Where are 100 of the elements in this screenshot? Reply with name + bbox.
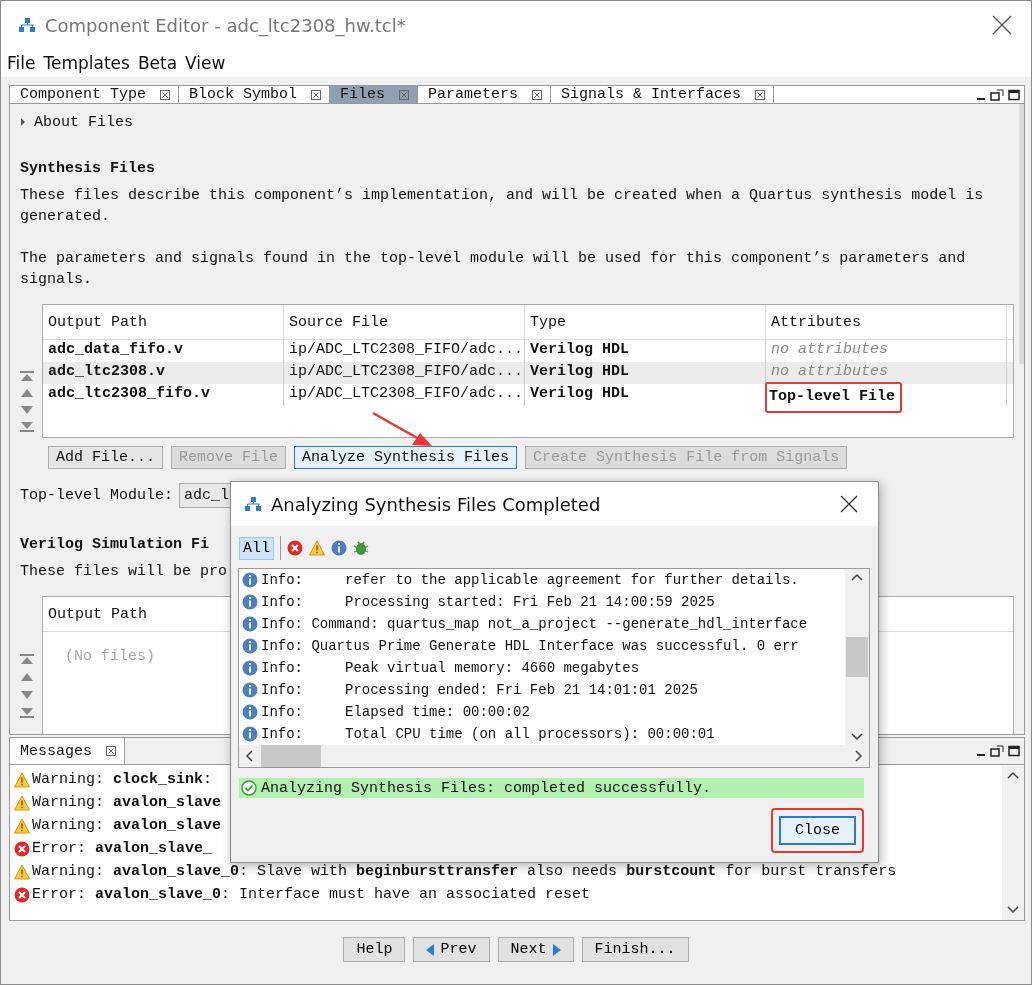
close-icon[interactable] — [991, 14, 1013, 36]
log-line: Info: Quartus Prime Generate HDL Interface was successful. 0 err — [261, 638, 799, 654]
nav-button[interactable]: Next — [497, 937, 574, 962]
table-cell: adc_ltc2308.v — [43, 362, 284, 384]
tab[interactable]: Files — [330, 86, 419, 103]
info-icon — [242, 682, 258, 698]
chevron-up-icon — [1007, 771, 1019, 779]
menu-item[interactable]: File — [7, 53, 36, 73]
error-icon — [14, 840, 30, 857]
chevron-left-icon — [245, 750, 253, 762]
empty-text: (No files) — [64, 647, 156, 667]
app-icon — [245, 497, 261, 511]
move-bottom-icon[interactable] — [20, 422, 34, 432]
description-text: The parameters and signals found in the top-level module will be used for this component’s parameters and signals. — [20, 249, 967, 290]
restore-icon[interactable] — [990, 745, 1004, 757]
scrollbar[interactable] — [845, 569, 869, 745]
disclosure-toggle[interactable]: About Files — [20, 110, 1014, 134]
action-button[interactable]: Add File... — [48, 446, 164, 469]
scrollbar[interactable] — [1019, 104, 1024, 364]
message-text: Warning: avalon_slave — [32, 794, 222, 811]
close-icon[interactable] — [755, 89, 766, 100]
menu-item[interactable]: View — [185, 53, 226, 73]
check-icon — [241, 780, 257, 796]
nav-button[interactable]: Help — [343, 937, 406, 962]
chevron-right-icon — [855, 750, 863, 762]
table-cell: no attributes — [771, 341, 889, 358]
triangle-right-icon — [552, 943, 561, 956]
close-icon[interactable] — [532, 89, 543, 100]
close-button[interactable]: Close — [779, 816, 856, 845]
table-cell: no attributes — [771, 363, 889, 380]
message-text: Error: avalon_slave_ — [32, 840, 213, 857]
arrow-down-icon[interactable] — [20, 405, 34, 415]
table-cell: ip/ADC_LTC2308_FIFO/adc... — [284, 362, 525, 384]
nav-button[interactable]: Prev — [413, 937, 490, 962]
error-icon — [14, 886, 30, 903]
move-top-icon[interactable] — [20, 371, 34, 381]
filter-button[interactable]: All — [239, 536, 274, 560]
table-cell: ip/ADC_LTC2308_FIFO/adc... — [284, 384, 525, 406]
scrollbar[interactable] — [239, 745, 869, 767]
info-icon — [242, 704, 258, 720]
arrow-up-icon[interactable] — [20, 672, 34, 682]
info-icon — [242, 638, 258, 654]
message-text: Warning: avalon_slave — [32, 817, 222, 834]
info-icon — [242, 726, 258, 742]
nav-button[interactable]: Finish... — [581, 937, 689, 962]
close-icon[interactable] — [106, 746, 116, 756]
scrollbar-thumb[interactable] — [261, 745, 321, 767]
move-bottom-icon[interactable] — [20, 708, 34, 718]
bug-icon[interactable] — [353, 540, 369, 556]
action-button[interactable]: Analyze Synthesis Files — [294, 446, 518, 469]
message-text: Warning: clock_sink: — [32, 771, 213, 788]
info-icon — [242, 616, 258, 632]
chevron-up-icon — [851, 573, 863, 581]
info-icon — [242, 660, 258, 676]
window-title: Component Editor - adc_ltc2308_hw.tcl* — [45, 14, 407, 36]
scrollbar[interactable] — [1002, 765, 1024, 920]
warning-icon[interactable] — [309, 540, 325, 556]
error-icon[interactable] — [287, 540, 303, 556]
message-text: Warning: avalon_slave_0: Slave with beginbursttransfer also needs burstcount for burst transfers — [32, 863, 897, 880]
warning-icon — [14, 771, 30, 788]
dialog-title: Analyzing Synthesis Files Completed — [271, 493, 602, 515]
section-heading: Synthesis Files — [20, 160, 156, 177]
description-text: These files will be pro — [20, 562, 228, 582]
info-icon — [242, 594, 258, 610]
menu-item[interactable]: Beta — [137, 53, 178, 73]
annotation-arrow — [371, 411, 433, 447]
maximize-icon[interactable] — [1008, 88, 1020, 101]
move-top-icon[interactable] — [20, 654, 34, 664]
menu-item[interactable]: Templates — [43, 53, 130, 73]
arrow-up-icon[interactable] — [20, 388, 34, 398]
column-header[interactable]: Source File — [284, 305, 525, 339]
scrollbar-thumb[interactable] — [846, 637, 868, 677]
log-line: Info: Command: quartus_map not_a_project --generate_hdl_interface — [261, 616, 808, 632]
status-text: Analyzing Synthesis Files: completed successfully. — [261, 779, 712, 797]
chevron-down-icon — [1007, 906, 1019, 914]
tab[interactable]: Messages — [10, 738, 125, 764]
warning-icon — [14, 794, 30, 811]
column-header[interactable]: Attributes — [766, 305, 1007, 339]
arrow-down-icon[interactable] — [20, 690, 34, 700]
log-line: Info: refer to the applicable agreement for further details. — [261, 572, 799, 588]
info-icon[interactable] — [331, 540, 347, 556]
table-cell: Verilog HDL — [525, 362, 766, 384]
table-cell: Top-level File — [765, 382, 903, 413]
column-header[interactable]: Type — [525, 305, 766, 339]
maximize-icon[interactable] — [1008, 745, 1020, 757]
column-header[interactable]: Output Path — [43, 305, 284, 339]
info-icon — [242, 572, 258, 588]
caret-right-icon — [20, 118, 26, 126]
close-icon[interactable] — [311, 89, 322, 100]
field-label: Top-level Module: — [20, 487, 174, 504]
restore-icon[interactable] — [990, 88, 1004, 101]
triangle-left-icon — [426, 943, 435, 956]
log-line: Info: Processing ended: Fri Feb 21 14:01:01 2025 — [261, 682, 698, 698]
message-text: Error: avalon_slave_0: Interface must have an associated reset — [32, 886, 591, 903]
section-heading: Verilog Simulation Fi — [20, 536, 210, 553]
chevron-down-icon — [851, 733, 863, 741]
close-icon[interactable] — [160, 89, 171, 100]
description-text: These files describe this component’s implementation, and will be created when a Quartus synthesis model is generated. — [20, 186, 985, 227]
close-icon[interactable] — [838, 493, 860, 515]
log-line: Info: Processing started: Fri Feb 21 14:00:59 2025 — [261, 594, 715, 610]
